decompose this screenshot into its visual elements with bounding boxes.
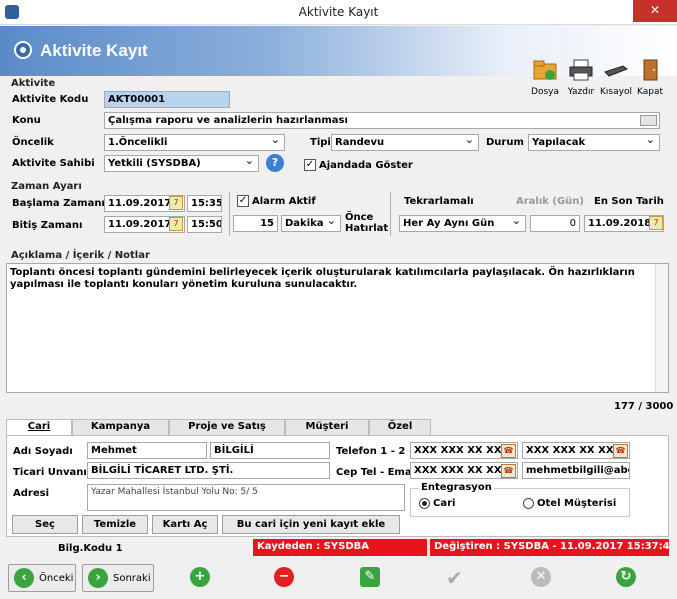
phone-icon[interactable]: ☎ [501,464,516,478]
otel-radio-label: Otel Müşterisi [537,498,617,509]
once-hatirlat-label: Önce Hatırlat [345,212,389,234]
tab-musteri-destek[interactable]: Müşteri Destek [285,419,369,446]
tekrar-label: Tekrarlamalı [404,196,474,207]
divider [229,192,230,236]
arrow-left-icon: ‹ [14,568,34,588]
window-close-button[interactable]: ✕ [633,0,677,22]
form-header: Aktivite Kayıt Dosya Yazdır Kısayol Kapa… [0,26,677,97]
aktivite-section-title: Aktivite [11,78,56,89]
alarm-label: Alarm Aktif [252,196,316,207]
durum-label: Durum [486,137,524,148]
window-title: Aktivite Kayıt [298,5,379,19]
karti-ac-button[interactable]: Kartı Aç [152,515,218,534]
degistiren-status: Değiştiren : SYSDBA - 11.09.2017 15:37:4… [430,539,669,556]
bitis-label: Bitiş Zamanı [12,220,83,231]
aciklama-textarea[interactable]: Toplantı öncesi toplantı gündemini belir… [6,263,669,393]
otel-radio[interactable] [523,498,534,509]
divider [390,192,391,236]
header-title: Aktivite Kayıt [40,41,148,60]
keyboard-icon [604,65,629,77]
alarm-checkbox[interactable]: ✓ [237,195,249,207]
tab-kampanya-bilgileri[interactable]: Kampanya Bilgileri [72,419,169,446]
adres-label: Adresi [13,488,49,499]
ajanda-label: Ajandada Göster [319,160,413,171]
phone-icon[interactable]: ☎ [501,444,516,458]
tekrar-select[interactable]: Her Ay Aynı Gün [399,215,526,232]
aktivite-sahibi-label: Aktivite Sahibi [12,158,95,169]
temizle-button[interactable]: Temizle [82,515,148,534]
bilg-kodu: Bilg.Kodu 1 [58,543,123,554]
oncelik-label: Öncelik [12,137,54,148]
konu-label: Konu [12,115,41,126]
aciklama-section-title: Açıklama / İçerik / Notlar [11,250,150,261]
adi-field[interactable]: Mehmet [87,442,207,459]
tab-ozel-kodlar[interactable]: Özel Kodlar [369,419,431,446]
yeni-kayit-button[interactable]: Bu cari için yeni kayıt ekle [222,515,400,534]
help-icon[interactable]: ? [266,154,284,172]
tab-cari-bilgileri[interactable]: Cari Bilgileri [6,419,72,446]
aralik-label: Aralık (Gün) [516,196,584,207]
oncelik-select[interactable]: 1.Öncelikli [104,134,285,151]
bitis-saat-field[interactable]: 15:50 [187,216,222,233]
telefon-label: Telefon 1 - 2 [336,446,406,457]
kisayol-button[interactable]: Kısayol [598,58,634,97]
tab-proje-satis[interactable]: Proje ve Satış Bilgileri [169,419,285,446]
calendar-icon[interactable]: 7 [169,217,183,231]
alarm-birim-select[interactable]: Dakika [281,215,341,232]
refresh-icon[interactable]: ↻ [616,567,636,587]
entegrasyon-label: Entegrasyon [419,482,494,493]
soyadi-field[interactable]: BİLGİLİ [210,442,330,459]
sec-button[interactable]: Seç [12,515,78,534]
edit-icon[interactable]: ✎ [360,567,380,587]
cep-email-label: Cep Tel - Email [336,467,419,478]
yazdir-button[interactable]: Yazdır [563,58,599,97]
cancel-icon[interactable]: ✕ [531,567,551,587]
konu-ellipsis-button[interactable] [640,115,657,126]
tipi-label: Tipi [310,137,331,148]
add-icon[interactable]: + [190,567,210,587]
char-counter: 177 / 3000 [614,401,674,412]
onceki-button[interactable]: ‹ Önceki [8,564,76,592]
baslama-label: Başlama Zamanı [12,198,105,209]
ticari-unvan-field[interactable]: BİLGİLİ TİCARET LTD. ŞTİ. [87,462,330,479]
printer-icon [569,59,593,81]
aciklama-scrollbar[interactable] [655,264,668,392]
adi-soyadi-label: Adı Soyadı [13,446,73,457]
calendar-icon[interactable]: 7 [169,196,183,210]
phone-icon[interactable]: ☎ [613,444,628,458]
kapat-button[interactable]: Kapat [633,58,667,97]
title-bar: Aktivite Kayıt ✕ [0,0,677,25]
dosya-button[interactable]: Dosya [527,58,563,97]
arrow-right-icon: › [88,568,108,588]
son-tarih-label: En Son Tarih [594,196,664,207]
calendar-icon[interactable]: 7 [649,216,663,230]
konu-field[interactable]: Çalışma raporu ve analizlerin hazırlanma… [104,112,660,129]
delete-icon[interactable]: − [274,567,294,587]
exit-door-icon [643,59,658,81]
kaydeden-status: Kaydeden : SYSDBA [253,539,427,556]
folder-icon [533,60,557,80]
alarm-sure-field[interactable]: 15 [233,215,278,232]
zaman-section-title: Zaman Ayarı [11,181,82,192]
aktivite-sahibi-select[interactable]: Yetkili (SYSDBA) [104,155,259,172]
cari-radio-label: Cari [433,498,456,509]
cari-radio[interactable] [419,498,430,509]
ajanda-checkbox[interactable]: ✓ [304,159,316,171]
sonraki-button[interactable]: › Sonraki [82,564,154,592]
aktivite-kodu-field[interactable]: AKT00001 [104,91,230,108]
tipi-select[interactable]: Randevu [331,134,479,151]
adres-field[interactable]: Yazar Mahallesi İstanbul Yolu No: 5/ 5 [87,484,405,511]
aralik-field[interactable]: 0 [530,215,580,232]
baslama-saat-field[interactable]: 15:35 [187,195,222,212]
durum-select[interactable]: Yapılacak [528,134,660,151]
aktivite-kodu-label: Aktivite Kodu [12,94,89,105]
save-check-icon[interactable]: ✔ [446,566,463,590]
email-field[interactable]: mehmetbilgili@abc.c [522,462,630,479]
activity-gear-icon [14,41,32,59]
ticari-unvan-label: Ticari Unvanı [13,467,87,478]
